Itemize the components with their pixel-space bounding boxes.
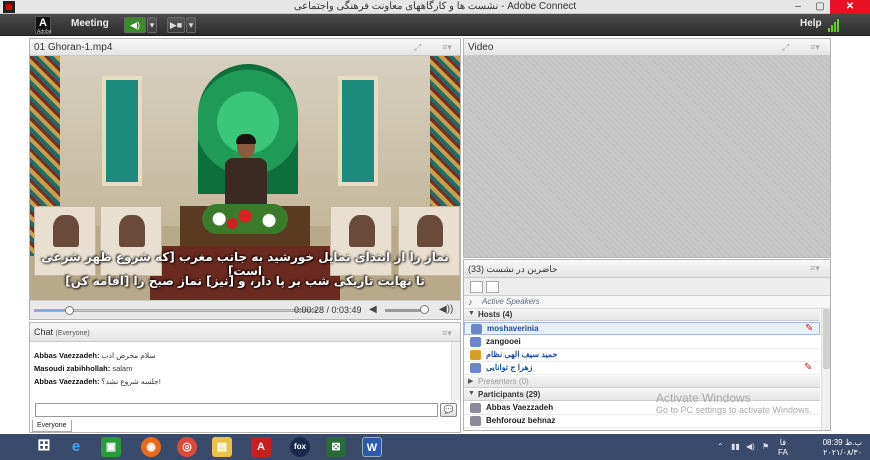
video-pod-title: Video <box>468 42 494 53</box>
windows-taskbar: ⊞ e ▣ ◉ ◎ ▤ A fox ⊠ W ⌃ ▮▮ ◀) ⚑ فا FA 08:… <box>0 434 870 460</box>
video-controls: 0:00:28 / 0:03:49 ◀ ◀)) <box>30 300 460 319</box>
host-row[interactable]: moshaverinia ✎ <box>464 322 820 335</box>
meeting-menu[interactable]: Meeting <box>71 18 109 29</box>
pod-options-menu-icon[interactable]: ≡▾ <box>810 263 820 274</box>
volume-max-icon[interactable]: ◀)) <box>439 304 453 315</box>
video-empty-area <box>464 56 830 257</box>
chat-tab-everyone[interactable]: Everyone <box>32 420 72 432</box>
active-speakers-bar: ♪ Active Speakers <box>464 296 830 309</box>
flower-arrangement <box>202 204 288 234</box>
chat-scope: (Everyone) <box>55 330 90 337</box>
host-user-icon <box>471 324 482 334</box>
camera-icon[interactable]: ▶■ <box>167 17 185 33</box>
host-row[interactable]: زهرا ج توانایی ✎ <box>464 362 820 375</box>
input-language[interactable]: فا FA <box>778 438 788 458</box>
fullscreen-icon[interactable]: ⤢ <box>414 42 421 53</box>
camera-dropdown-chevron-icon[interactable]: ▾ <box>186 17 196 33</box>
file-explorer-icon[interactable]: ▤ <box>212 437 232 457</box>
firefox-icon[interactable]: ◉ <box>141 437 161 457</box>
participant-user-icon <box>470 403 481 413</box>
file-pod-header: 01 Ghoran-1.mp4 ⤢ ≡▾ <box>30 39 460 56</box>
playback-time: 0:00:28 / 0:03:49 <box>294 305 362 315</box>
volume-icon[interactable]: ◀ <box>369 304 377 315</box>
video-pod-header: Video ⤢ ≡▾ <box>464 39 830 56</box>
chat-pod-header: Chat (Everyone) ≡▾ <box>30 323 460 342</box>
volume-handle[interactable] <box>420 305 429 314</box>
fullscreen-icon[interactable]: ⤢ <box>782 42 789 53</box>
chat-message: Abbas Vaezzadeh: سلام محرض ادب <box>34 351 156 360</box>
chat-pod: Chat (Everyone) ≡▾ Abbas Vaezzadeh: سلام… <box>29 322 461 433</box>
activate-windows-watermark: Activate Windows <box>656 391 751 405</box>
pod-options-menu-icon[interactable]: ≡▾ <box>442 328 452 339</box>
attendees-pod-title: حاضرین در نشست (33) <box>468 264 558 274</box>
chat-scrollbar[interactable] <box>451 342 460 400</box>
speaker-icon[interactable]: ◀) <box>124 17 146 33</box>
tray-volume-icon[interactable]: ◀) <box>746 442 755 451</box>
adobe-connect-taskbar-icon[interactable]: ⊠ <box>326 437 346 457</box>
close-button[interactable]: ✕ <box>830 0 870 14</box>
host-user-icon <box>470 337 481 347</box>
word-icon[interactable]: W <box>362 437 382 457</box>
video-frame[interactable]: نماز را از ابتدای تمایل خورشید به جانب م… <box>30 56 460 300</box>
window-title: نشست ها و کارگاههای معاونت فرهنگی واجتما… <box>293 1 577 12</box>
host-row[interactable]: zangooei <box>464 336 820 349</box>
tray-network-icon[interactable]: ▮▮ <box>731 442 740 451</box>
windows-start-icon[interactable]: ⊞ <box>34 437 54 457</box>
adobe-logo-icon: Adobe <box>35 16 51 35</box>
activate-windows-subtext: Go to PC settings to activate Windows. <box>656 405 812 415</box>
app-toolbar: Adobe Meeting ◀) ▾ ▶■ ▾ Help <box>0 14 870 36</box>
pod-options-menu-icon[interactable]: ≡▾ <box>810 42 820 53</box>
seek-bar[interactable] <box>34 306 317 315</box>
internet-explorer-icon[interactable]: e <box>66 437 86 457</box>
list-view-icon[interactable] <box>470 281 483 293</box>
volume-slider[interactable] <box>385 305 429 314</box>
chrome-icon[interactable]: ◎ <box>177 437 197 457</box>
participants-section[interactable]: ▼ Participants (29) <box>464 389 820 401</box>
minimize-button[interactable]: – <box>786 0 810 14</box>
store-icon[interactable]: ▣ <box>101 437 121 457</box>
presenters-section[interactable]: ▶ Presenters (0) <box>464 376 820 388</box>
maximize-button[interactable]: ▢ <box>808 0 832 14</box>
video-pod: Video ⤢ ≡▾ <box>463 38 831 258</box>
video-subtitle-line-2: تا نهایت تاریکی شب بر پا دار، و [نیز] نم… <box>65 274 425 288</box>
participant-row[interactable]: Behforouz behnaz <box>464 415 820 428</box>
status-view-icon[interactable] <box>486 281 499 293</box>
chat-message: Abbas Vaezzadeh: جلسه شروع نشد؟! <box>34 377 161 386</box>
chat-input[interactable] <box>35 403 438 417</box>
chat-message: Masoudi zabihhollah: salam <box>34 364 133 373</box>
tray-chevron-icon[interactable]: ⌃ <box>717 442 724 451</box>
host-row[interactable]: حمید سیف الهی نظام <box>464 349 820 362</box>
chat-pod-title: Chat (Everyone) <box>34 327 90 337</box>
reciter-figure <box>225 134 267 206</box>
attendees-toolbar <box>464 278 830 296</box>
tray-flag-icon[interactable]: ⚑ <box>762 442 769 451</box>
chat-messages: Abbas Vaezzadeh: سلام محرض ادب Masoudi z… <box>30 342 450 400</box>
status-flag-icon: ✎ <box>805 323 814 334</box>
file-pod-title: 01 Ghoran-1.mp4 <box>34 42 113 53</box>
speaker-dropdown-chevron-icon[interactable]: ▾ <box>147 17 157 33</box>
file-share-pod: 01 Ghoran-1.mp4 ⤢ ≡▾ نماز را از ابتدای ت… <box>29 38 461 320</box>
window-titlebar: نشست ها و کارگاههای معاونت فرهنگی واجتما… <box>0 0 870 14</box>
attendees-scrollbar[interactable] <box>821 309 830 430</box>
connection-signal-icon <box>828 18 842 32</box>
help-menu[interactable]: Help <box>800 18 822 29</box>
fox-app-icon[interactable]: fox <box>290 437 310 457</box>
host-user-icon <box>470 363 481 373</box>
attendees-pod-header: حاضرین در نشست (33) ≡▾ <box>464 260 830 278</box>
hosts-section[interactable]: ▼ Hosts (4) <box>464 309 820 321</box>
pod-options-menu-icon[interactable]: ≡▾ <box>442 42 452 53</box>
acrobat-reader-icon[interactable]: A <box>251 437 271 457</box>
send-message-button[interactable]: 💬 <box>440 403 457 417</box>
seek-handle[interactable] <box>65 306 75 315</box>
participant-user-icon <box>470 416 481 426</box>
host-user-icon <box>470 350 481 360</box>
microphone-icon: ♪ <box>468 297 473 307</box>
attendee-count: (33) <box>468 264 485 274</box>
taskbar-clock[interactable]: 08:39 ب.ظ ۲۰۲۱/۰۸/۳۰ <box>800 438 862 458</box>
status-flag-icon: ✎ <box>804 362 813 373</box>
